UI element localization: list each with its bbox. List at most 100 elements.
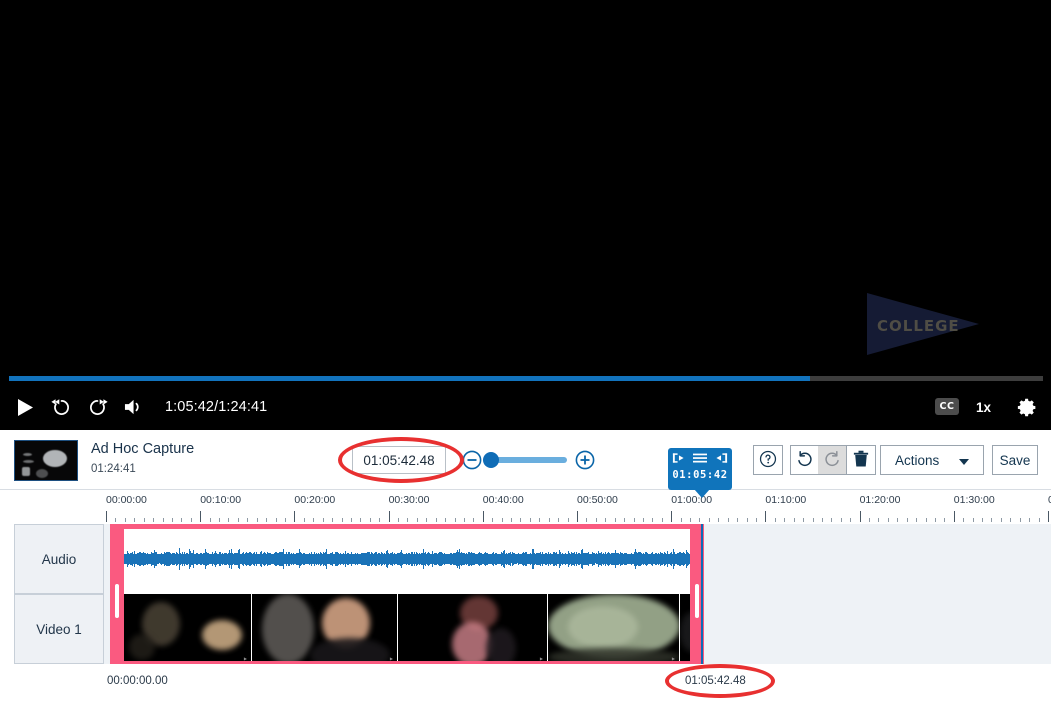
playhead-line[interactable] xyxy=(701,524,703,664)
redo-button[interactable] xyxy=(818,445,847,475)
in-point-timecode: 00:00:00.00 xyxy=(107,675,168,687)
ruler-tick-minor xyxy=(529,518,531,522)
ruler-tick-major xyxy=(859,511,861,522)
video-thumbnail-frame: ▶ xyxy=(548,594,680,664)
video-clip[interactable]: ▶▶▶▶▶ xyxy=(124,594,704,664)
ruler-tick-minor xyxy=(595,518,597,522)
ruler-tick-minor xyxy=(916,518,918,522)
ruler-tick-minor xyxy=(115,518,117,522)
ruler-tick-minor xyxy=(445,518,447,522)
ruler-tick-minor xyxy=(831,518,833,522)
ruler-tick-minor xyxy=(605,518,607,522)
ruler-tick-minor xyxy=(840,518,842,522)
video-editor-app: COLLEGE 1:05:42/1:24:41 CC 1x Ad Hoc Cap… xyxy=(0,0,1051,712)
ruler-tick-minor xyxy=(341,518,343,522)
ruler-tick-minor xyxy=(332,518,334,522)
help-circle-icon xyxy=(759,450,777,471)
ruler-tick-minor xyxy=(1019,518,1021,522)
ruler-tick-minor xyxy=(746,518,748,522)
settings-button[interactable] xyxy=(1010,384,1044,430)
playhead-time-label: 01:05:42 xyxy=(672,469,728,481)
ruler-tick-minor xyxy=(171,518,173,522)
ruler-tick-minor xyxy=(209,518,211,522)
ruler-tick-minor xyxy=(661,518,663,522)
zoom-in-button[interactable] xyxy=(575,450,595,470)
ruler-tick-major xyxy=(482,511,484,522)
clip-thumbnail[interactable] xyxy=(14,440,78,481)
ruler-tick-minor xyxy=(143,518,145,522)
chevron-down-icon xyxy=(959,459,969,465)
help-button[interactable] xyxy=(753,445,783,475)
ruler-tick-minor xyxy=(680,518,682,522)
ruler-label: 00:20:00 xyxy=(294,494,336,506)
ruler-label: 00:00:00 xyxy=(106,494,147,506)
timeline-tracks: Audio Video 1 ▶▶▶▶▶ xyxy=(0,524,1051,664)
video-track-lane[interactable]: ▶▶▶▶▶ xyxy=(104,594,1051,664)
set-out-point-icon[interactable] xyxy=(715,451,728,469)
zoom-out-button[interactable] xyxy=(462,450,482,470)
volume-button[interactable] xyxy=(117,384,151,430)
ruler-tick-minor xyxy=(991,518,993,522)
track-label-video1-text: Video 1 xyxy=(36,621,82,637)
zoom-slider-handle[interactable] xyxy=(483,452,499,468)
cc-icon[interactable]: CC xyxy=(935,398,959,415)
ruler-label: 00:10:00 xyxy=(200,494,242,506)
redo-icon xyxy=(823,449,842,471)
ruler-label: 00:50:00 xyxy=(577,494,618,506)
ruler-tick-minor xyxy=(219,518,221,522)
playback-progress-bar[interactable] xyxy=(0,375,1051,382)
audio-track-lane[interactable] xyxy=(104,524,1051,594)
ruler-tick-minor xyxy=(944,518,946,522)
ruler-tick-minor xyxy=(793,518,795,522)
ruler-tick-minor xyxy=(492,518,494,522)
ruler-tick-minor xyxy=(398,518,400,522)
progress-fill xyxy=(9,376,811,381)
track-label-audio[interactable]: Audio xyxy=(14,524,104,594)
forward-button[interactable] xyxy=(80,384,114,430)
set-in-point-icon[interactable] xyxy=(672,451,685,469)
ruler-tick-minor xyxy=(878,518,880,522)
delete-button[interactable] xyxy=(846,445,876,475)
ruler-tick-minor xyxy=(784,518,786,522)
track-label-video1[interactable]: Video 1 xyxy=(14,594,104,664)
ruler-tick-minor xyxy=(642,518,644,522)
ruler-label: 01:10:00 xyxy=(765,494,807,506)
ruler-tick-minor xyxy=(708,518,710,522)
timeline: 00:00:00 00:10:00 00:20:00 00:30:00 00:40:00… xyxy=(0,448,1051,712)
playhead-marker[interactable]: 01:05:42 xyxy=(668,448,732,490)
rewind-button[interactable] xyxy=(44,384,78,430)
ruler-tick-minor xyxy=(614,518,616,522)
ruler-tick-minor xyxy=(850,518,852,522)
track-label-audio-text: Audio xyxy=(41,551,77,567)
ruler-tick-minor xyxy=(897,518,899,522)
ruler-tick-major xyxy=(106,511,107,522)
gear-icon xyxy=(1017,397,1038,418)
undo-button[interactable] xyxy=(790,445,819,475)
ruler-tick-minor xyxy=(153,518,155,522)
thumbnail-detail xyxy=(129,634,155,660)
trim-handle-in[interactable] xyxy=(110,524,124,664)
audio-waveform xyxy=(110,524,704,594)
play-button[interactable] xyxy=(8,384,42,430)
trim-grip-icon xyxy=(695,584,699,618)
trim-range-top-bar xyxy=(110,524,704,529)
save-button[interactable]: Save xyxy=(992,445,1038,475)
audio-clip[interactable] xyxy=(110,524,704,594)
video-stage[interactable]: COLLEGE xyxy=(0,0,1051,373)
playback-speed-button[interactable]: 1x xyxy=(976,384,991,430)
actions-dropdown[interactable]: Actions xyxy=(880,445,984,475)
progress-track[interactable] xyxy=(9,376,1043,381)
menu-icon[interactable] xyxy=(692,451,708,469)
ruler-tick-minor xyxy=(1010,518,1012,522)
ruler-tick-major xyxy=(294,511,296,522)
ruler-tick-minor xyxy=(454,518,456,522)
player-controls: 1:05:42/1:24:41 CC 1x xyxy=(0,384,1051,430)
ruler-tick-minor xyxy=(1038,518,1040,522)
timeline-ruler[interactable]: 00:00:00 00:10:00 00:20:00 00:30:00 00:40:00… xyxy=(104,490,1051,524)
timecode-input[interactable] xyxy=(352,446,446,474)
ruler-tick-minor xyxy=(256,518,258,522)
ruler-tick-minor xyxy=(774,518,776,522)
ruler-tick-minor xyxy=(972,518,974,522)
video-thumbnail-frame: ▶ xyxy=(252,594,398,664)
zoom-slider-track[interactable] xyxy=(489,457,567,463)
